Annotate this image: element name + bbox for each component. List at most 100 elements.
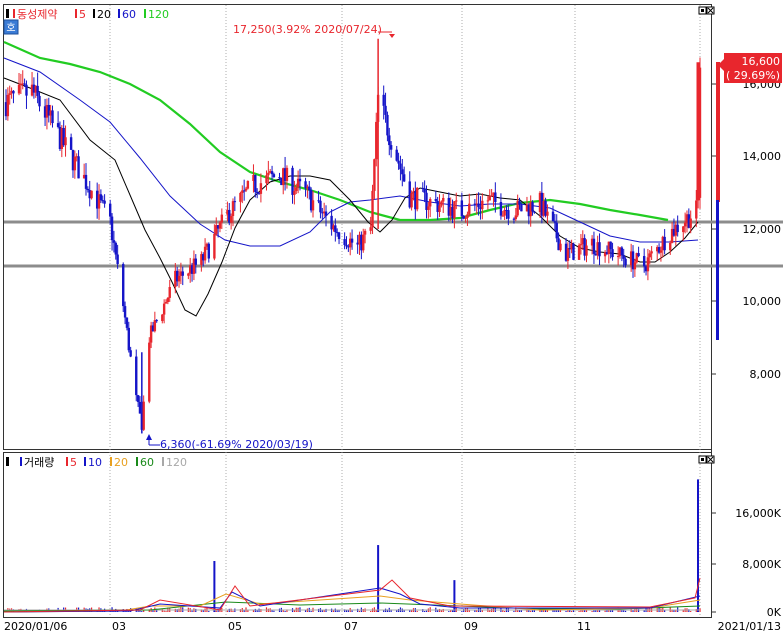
candle-body [382,94,385,106]
candle-body [371,190,374,228]
high-marker: 17,250(3.92% 2020/07/24) [233,23,395,38]
candle-body [6,94,10,117]
candle-body [669,242,672,251]
volume-bar [336,610,338,612]
candle-body [683,222,687,227]
candle-body [345,244,348,247]
volume-bar [675,610,677,612]
candle-body [84,174,88,189]
candle-body [90,190,93,199]
candle-body [73,156,77,171]
candle-body [110,216,114,241]
volume-bar [632,610,634,612]
price-panel-buttons [698,6,715,15]
x-axis-month-label: 03 [112,620,126,632]
candle-body [531,202,534,212]
volume-bar [416,610,418,612]
candle-body [624,258,627,266]
candle-body [164,302,168,304]
candle-body [402,174,406,182]
candle-body [25,84,28,96]
volume-panel-restore-button[interactable] [698,455,707,464]
x-axis-start-date: 2020/01/06 [4,620,67,632]
volume-bar [347,610,349,612]
price-panel-close-button[interactable] [706,6,715,15]
candle-body [440,201,443,206]
volume-bar [208,610,210,612]
candle-body [12,90,15,94]
candle-body [460,200,464,216]
candle-body [319,200,322,213]
volume-bar [461,611,463,612]
candle-body [298,178,302,182]
candle-body [295,187,298,191]
volume-bar [215,610,217,612]
price-panel-restore-button[interactable] [698,6,707,15]
legend-ma60: 60 [122,8,136,21]
candle-body [267,172,270,176]
legend-vol-ma20: 20 [114,456,128,469]
candle-body [64,137,67,146]
volume-bar [604,610,606,612]
candle-body [386,114,389,136]
candle-body [421,187,424,189]
candle-body [233,201,237,203]
volume-bar [411,610,413,612]
volume-y-tick: 16,000K [735,507,781,520]
volume-bar [451,610,454,612]
candle-body [153,320,157,332]
candle-body [388,135,391,146]
volume-bar [591,610,593,612]
current-price-tag: 16,600 ( 29.69%) [718,53,782,83]
candle-body [399,163,402,170]
candle-body [401,169,404,175]
candle-body [220,214,224,223]
mode-toggle-button[interactable]: 호 [3,19,19,35]
volume-bar [358,610,361,612]
low-annotation-text: 6,360(-61.69% 2020/03/19) [160,438,313,451]
candle-body [616,256,620,258]
candle-body [207,243,211,259]
volume-bar [440,610,442,612]
volume-spike-bar [213,561,216,612]
high-annotation-text: 17,250(3.92% 2020/07/24) [233,23,382,36]
legend-ma120: 120 [148,8,169,21]
candle-body [477,203,480,208]
candle-body [138,401,142,414]
price-y-tick: 8,000 [750,368,782,381]
legend-vol-ma10: 10 [88,456,102,469]
candle-body [127,327,130,351]
volume-panel-close-button[interactable] [706,455,715,464]
candle-body [395,149,398,161]
candle-body [518,201,521,205]
volume-bar [448,610,450,612]
candle-body [592,238,596,254]
volume-bar [664,610,666,612]
legend-volume-title: 거래량 [24,456,54,469]
current-price-change: ( 29.69%) [726,69,780,82]
legend-vol-ma5: 5 [70,456,77,469]
volume-spike-bar [377,545,380,612]
candle-body [429,199,432,207]
volume-bar [481,610,483,612]
volume-bar [351,610,353,612]
candle-body [242,190,246,192]
candle-body [177,275,181,282]
candle-body [36,85,39,96]
candle-body [213,233,216,259]
candle-body [659,250,663,253]
candle-body [646,257,650,272]
candle-body [350,238,354,243]
candle-body [676,224,679,233]
volume-bar [578,610,580,612]
candle-body [566,248,570,261]
stock-chart-window: 17,250(3.92% 2020/07/24) 6,360(-61.69% 2… [0,0,783,633]
candle-body [181,271,184,276]
volume-bar [504,610,506,612]
candle-body [38,95,41,107]
candle-body [103,200,106,204]
candle-body [148,342,151,402]
candle-body [682,226,685,233]
volume-bar [422,609,424,612]
candle-body [114,242,117,255]
